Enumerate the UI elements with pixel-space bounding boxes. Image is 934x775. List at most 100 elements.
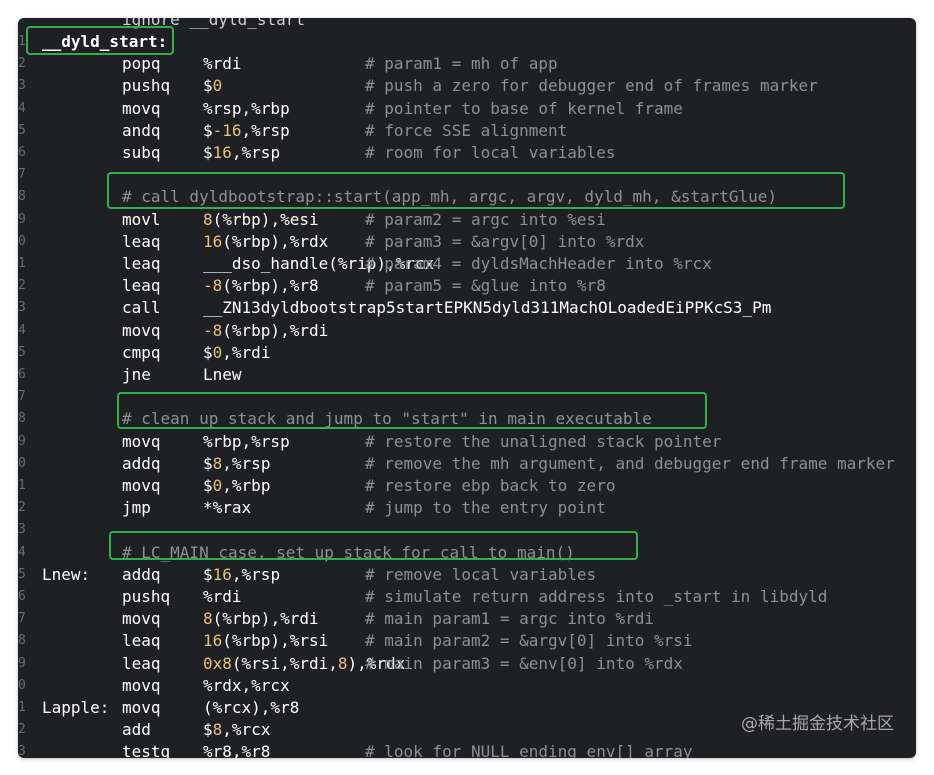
code-line: 6 subq $16,%rsp # room for local variables <box>18 142 916 164</box>
instruction-operands: $16,%rsp <box>203 564 281 584</box>
code-line: 8 # call dyldbootstrap::start(app_mh, arg… <box>18 186 916 208</box>
line-number: 3 <box>18 78 26 94</box>
instruction-operands: $0,%rbp <box>203 476 271 495</box>
code-line: 4 # LC_MAIN case, set up stack for call t… <box>18 542 916 564</box>
instruction-operands: 16(%rbp),%rsi <box>203 631 329 651</box>
inline-comment: # param2 = argc into %esi <box>365 209 606 229</box>
inline-comment: # restore the unaligned stack pointer <box>365 431 722 451</box>
code-line: 1 movq $0,%rbp # restore ebp back to zero <box>18 475 916 497</box>
line-number: 3 <box>18 744 26 758</box>
code-line: 1 leaq ___dso_handle(%rip),%rcx # param4 = … <box>18 253 916 275</box>
instruction-mnemonic: subq <box>122 143 161 162</box>
code-line: 3 call __ZN13dyldbootstrap5startEPKN5dyld3… <box>18 297 916 319</box>
instruction-mnemonic: movq <box>122 320 161 340</box>
code-line: 7 movq 8(%rbp),%rdi # main param1 = argc in… <box>18 608 916 630</box>
line-number: 6 <box>18 589 26 604</box>
line-number: 2 <box>18 278 26 294</box>
inline-comment: # jump to the entry point <box>365 498 606 518</box>
instruction-operands: -8(%rbp),%rdi <box>203 320 329 340</box>
instruction-operands: Lnew <box>203 365 242 384</box>
section-comment: # call dyldbootstrap::start(app_mh, argc… <box>122 187 778 207</box>
code-screenshot-frame: ignore __dyld_start 1 __dyld_start: 2 popq%… <box>18 18 916 758</box>
line-number: 2 <box>18 56 26 72</box>
inline-comment: # room for local variables <box>365 143 616 162</box>
instruction-operands: %rdi <box>203 54 242 74</box>
instruction-operands: 8(%rbp),%esi <box>203 209 319 229</box>
instruction-mnemonic: leaq <box>122 231 161 251</box>
section-comment: # LC_MAIN case, set up stack for call to… <box>122 542 575 562</box>
code-line: 3 testq %r8,%r8 # look for NULL ending env[… <box>18 741 916 758</box>
instruction-mnemonic: movq <box>122 609 161 629</box>
code-label: Lapple: <box>42 698 110 717</box>
inline-comment: # param4 = dyldsMachHeader into %rcx <box>365 254 712 273</box>
code-line: 2 leaq -8(%rbp),%r8 # param5 = &glue into %… <box>18 275 916 297</box>
code-line: 8 # clean up stack and jump to "start" in… <box>18 408 916 430</box>
line-number: 1 <box>18 34 26 49</box>
inline-comment: # remove local variables <box>365 564 597 584</box>
code-line: 2 jmp *%rax # jump to the entry point <box>18 497 916 519</box>
instruction-mnemonic: addq <box>122 453 161 473</box>
line-number: 2 <box>18 500 26 516</box>
code-line: 5 andq $-16,%rsp # force SSE alignment <box>18 120 916 142</box>
inline-comment: # param1 = mh of app <box>365 54 558 74</box>
line-number: 9 <box>18 433 26 449</box>
line-number: 0 <box>18 455 26 471</box>
instruction-mnemonic: call <box>122 298 161 318</box>
line-number: 3 <box>18 522 26 538</box>
instruction-mnemonic: cmpq <box>122 342 161 362</box>
code-line: 0 leaq 16(%rbp),%rdx # param3 = &argv[0] in… <box>18 231 916 253</box>
instruction-mnemonic: pushq <box>122 76 171 96</box>
code-label: __dyld_start: <box>42 32 168 51</box>
line-number: 4 <box>18 544 26 560</box>
instruction-mnemonic: movq <box>122 431 161 451</box>
inline-comment: # look for NULL ending env[] array <box>365 742 693 758</box>
line-number: 8 <box>18 411 26 427</box>
line-number: 8 <box>18 633 26 649</box>
inline-comment: # main param1 = argc into %rdi <box>365 609 654 629</box>
instruction-mnemonic: pushq <box>122 587 171 606</box>
code-line: 7 <box>18 386 916 408</box>
code-line: 4 movq -8(%rbp),%rdi <box>18 320 916 342</box>
instruction-operands: *%rax <box>203 498 252 518</box>
code-line: 7 <box>18 164 916 186</box>
watermark: @稀土掘金技术社区 <box>741 714 894 734</box>
code-label: Lnew: <box>42 564 91 584</box>
instruction-operands: $8,%rcx <box>203 720 271 740</box>
code-line: 2 popq %rdi # param1 = mh of app <box>18 53 916 75</box>
instruction-mnemonic: movq <box>122 675 161 695</box>
code-line: 1 __dyld_start: <box>18 31 916 53</box>
line-number: 7 <box>18 389 26 405</box>
code-line: 6 jne Lnew <box>18 364 916 386</box>
instruction-mnemonic: popq <box>122 54 161 74</box>
inline-comment: # remove the mh argument, and debugger e… <box>365 453 895 473</box>
line-number: 6 <box>18 367 26 382</box>
instruction-operands: %rdi <box>203 587 242 606</box>
instruction-operands: 8(%rbp),%rdi <box>203 609 319 629</box>
instruction-mnemonic: jne <box>122 365 151 384</box>
instruction-mnemonic: leaq <box>122 653 161 673</box>
instruction-operands: %r8,%r8 <box>203 742 271 758</box>
instruction-operands: $0 <box>203 76 223 96</box>
instruction-mnemonic: leaq <box>122 631 161 651</box>
line-number: 1 <box>18 700 26 715</box>
instruction-operands: %rsp,%rbp <box>203 98 290 118</box>
code-line: 5 Lnew: addq $16,%rsp # remove local variabl… <box>18 564 916 586</box>
code-line: 5 cmpq $0,%rdi <box>18 342 916 364</box>
inline-comment: # restore ebp back to zero <box>365 476 616 495</box>
line-number: 4 <box>18 322 26 338</box>
inline-comment: # main param3 = &env[0] into %rdx <box>365 653 683 673</box>
code-line: 3 pushq $0 # push a zero for debugger end o… <box>18 75 916 97</box>
code-line: 0 movq %rdx,%rcx <box>18 675 916 697</box>
instruction-mnemonic: movq <box>122 698 161 717</box>
instruction-operands: $8,%rsp <box>203 453 271 473</box>
inline-comment: # push a zero for debugger end of frames… <box>365 76 818 96</box>
line-number: 5 <box>18 566 26 582</box>
line-number: 4 <box>18 100 26 116</box>
code-line: 6 pushq %rdi # simulate return address into… <box>18 586 916 608</box>
inline-comment: # param3 = &argv[0] into %rdx <box>365 231 645 251</box>
instruction-operands: %rdx,%rcx <box>203 675 290 695</box>
instruction-mnemonic: movq <box>122 98 161 118</box>
code-line: 3 <box>18 519 916 541</box>
instruction-mnemonic: add <box>122 720 151 740</box>
instruction-operands: -8(%rbp),%r8 <box>203 276 319 296</box>
